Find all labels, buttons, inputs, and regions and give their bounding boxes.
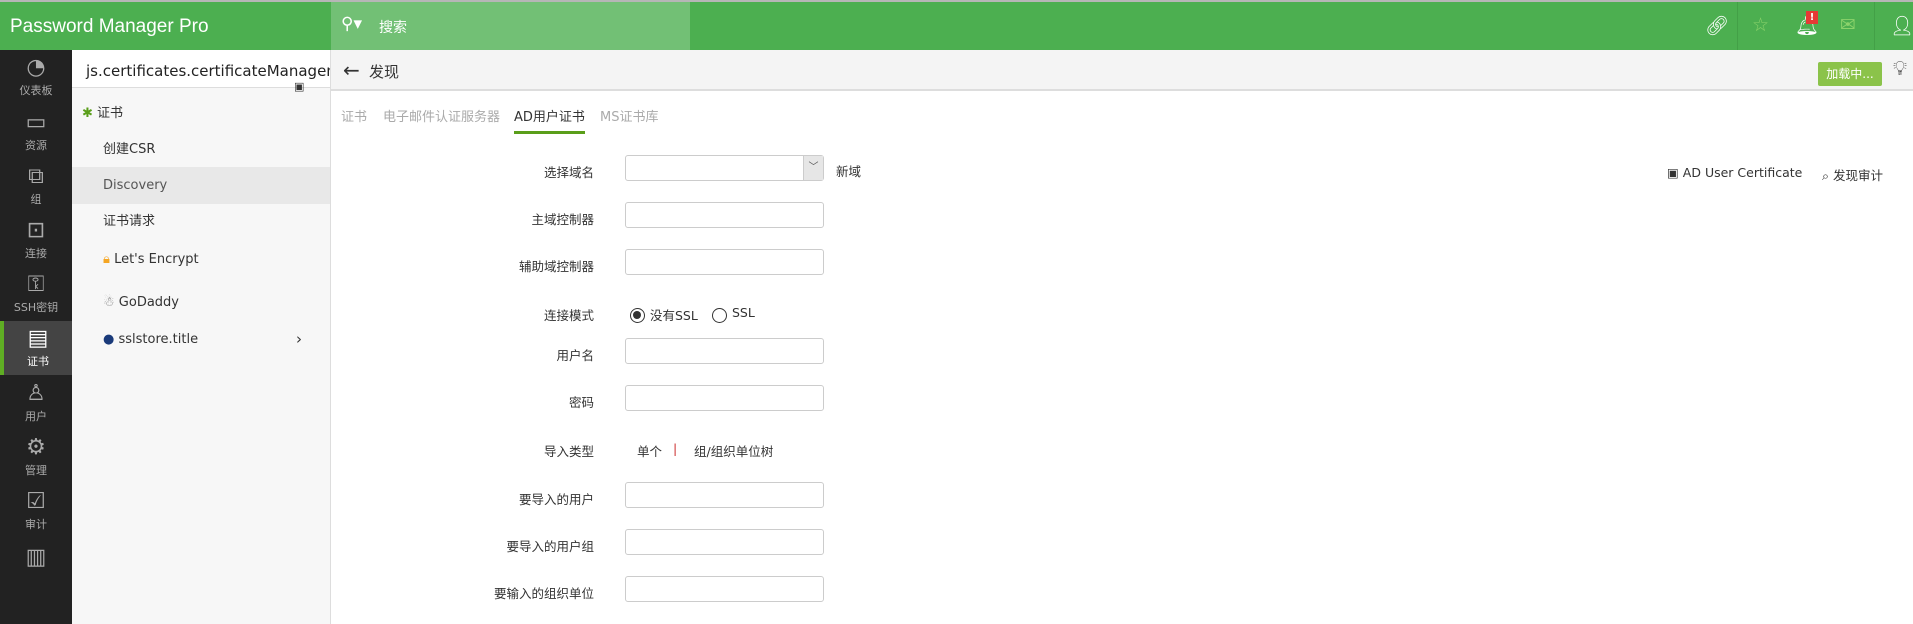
separator: | (673, 441, 678, 456)
audit-search-icon: ⌕ (1822, 168, 1830, 183)
monitor-icon: ▭ (25, 110, 47, 135)
domain-select[interactable]: ﹀ (625, 155, 824, 181)
panel-item-sslstore[interactable]: ● sslstore.title › (72, 321, 330, 358)
search-bar[interactable]: ⚲▾ 搜索 (331, 2, 690, 50)
import-single-link[interactable]: 单个 (637, 441, 662, 460)
ssh-key-icon: ⚿ (27, 272, 45, 297)
groups-input[interactable] (625, 529, 824, 555)
divider (1737, 2, 1738, 50)
discovery-audit-link[interactable]: ⌕ 发现审计 (1822, 165, 1883, 184)
certificate-icon: ▤ (27, 326, 49, 351)
username-label: 用户名 (556, 348, 594, 363)
nav-admin[interactable]: ⚙ 管理 (0, 430, 72, 484)
link-icon[interactable]: 🔗︎ (1705, 14, 1729, 37)
panel-item-godaddy[interactable]: ☃ GoDaddy (72, 284, 330, 321)
panel-item-create-csr[interactable]: 创建CSR (72, 131, 330, 168)
notification-badge: ! (1806, 11, 1818, 24)
nav-audit[interactable]: ☑ 审计 (0, 484, 72, 538)
connection-icon: ⊡ (26, 218, 46, 243)
secondary-dc-input[interactable] (625, 249, 824, 275)
group-icon: ⧉ (28, 164, 44, 189)
tab-certificates[interactable]: 证书 (341, 106, 367, 125)
search-input[interactable]: 搜索 (379, 17, 407, 37)
radio-ssl[interactable] (712, 308, 727, 323)
nav-dashboard[interactable]: ◔ 仪表板 (0, 50, 72, 104)
users-label: 要导入的用户 (518, 492, 594, 507)
panel-title: js.certificates.certificateManageme (72, 50, 330, 88)
mail-icon[interactable]: ✉ (1840, 14, 1856, 36)
users-input[interactable] (625, 482, 824, 508)
password-label: 密码 (568, 395, 594, 410)
tab-ad-user-certificates[interactable]: AD用户证书 (514, 106, 585, 134)
panel-item-certificates[interactable]: ✱ 证书 (72, 95, 330, 132)
groups-label: 要导入的用户组 (506, 539, 594, 554)
audit-icon: ☑ (26, 489, 46, 514)
left-nav: ◔ 仪表板 ▭ 资源 ⧉ 组 ⊡ 连接 ⚿ SSH密钥 ▤ 证书 ♙ 用户 ⚙ 管理 ☑ 审计 ▥ (0, 50, 72, 624)
user-star-icon[interactable]: ☆ (1752, 14, 1769, 36)
tab-ms-cert-store[interactable]: MS证书库 (600, 106, 658, 125)
nav-reports[interactable]: ▥ (0, 540, 72, 594)
chevron-right-icon: › (296, 330, 302, 348)
primary-dc-label: 主域控制器 (531, 212, 594, 227)
gear-icon: ⚙ (26, 435, 46, 460)
lightbulb-icon[interactable]: 💡︎ (1893, 56, 1907, 80)
loading-button[interactable]: 加载中... (1818, 62, 1882, 86)
password-input[interactable] (625, 385, 824, 411)
back-arrow-icon[interactable]: ← (343, 58, 360, 82)
secondary-dc-label: 辅助域控制器 (518, 259, 594, 274)
username-input[interactable] (625, 338, 824, 364)
radio-no-ssl[interactable] (630, 308, 645, 323)
top-bar: Password Manager Pro ⚲▾ 搜索 🔗︎ ☆ 🔔︎ ! ✉ 👤… (0, 0, 1913, 50)
chat-icon[interactable]: ▣ (294, 80, 304, 93)
nav-users[interactable]: ♙ 用户 (0, 376, 72, 430)
primary-dc-input[interactable] (625, 202, 824, 228)
app-logo[interactable]: Password Manager Pro (10, 16, 209, 38)
nav-connections[interactable]: ⊡ 连接 (0, 213, 72, 267)
chevron-down-icon[interactable]: ﹀ (803, 156, 823, 180)
pin-icon: ✱ (82, 106, 93, 121)
domain-label: 选择域名 (543, 165, 594, 180)
divider (1874, 2, 1875, 50)
nav-groups[interactable]: ⧉ 组 (0, 159, 72, 213)
ssl-label: SSL (732, 305, 755, 320)
no-ssl-label: 没有SSL (650, 308, 698, 323)
ad-user-certificate-link[interactable]: ▣ AD User Certificate (1667, 165, 1802, 180)
lets-encrypt-icon: 🔒︎ (103, 252, 110, 267)
new-domain-link[interactable]: 新域 (836, 161, 861, 180)
chart-icon: ▥ (25, 545, 47, 570)
nav-ssh-keys[interactable]: ⚿ SSH密钥 (0, 267, 72, 321)
page-title: 发现 (369, 63, 400, 81)
import-tree-link[interactable]: 组/组织单位树 (694, 441, 773, 460)
user-icon: ♙ (26, 381, 46, 406)
dashboard-icon: ◔ (26, 55, 46, 80)
panel-item-discovery[interactable]: Discovery (72, 167, 330, 204)
import-type-label: 导入类型 (543, 444, 594, 459)
tab-email-servers[interactable]: 电子邮件认证服务器 (383, 106, 500, 125)
certificate-icon: ▣ (1667, 165, 1679, 180)
connection-mode-label: 连接模式 (543, 308, 594, 323)
user-menu-icon[interactable]: 👤︎ (1890, 14, 1913, 37)
search-icon[interactable]: ⚲▾ (341, 14, 362, 34)
panel-item-lets-encrypt[interactable]: 🔒︎ Let's Encrypt (72, 241, 330, 278)
ou-input[interactable] (625, 576, 824, 602)
panel-item-cert-requests[interactable]: 证书请求 (72, 203, 330, 240)
page-header: ← 发现 加载中... 💡︎ (331, 50, 1913, 91)
godaddy-icon: ☃ (103, 295, 115, 310)
nav-certificates[interactable]: ▤ 证书 (0, 321, 72, 375)
certificates-panel: js.certificates.certificateManageme ▣ ✱ … (72, 50, 331, 624)
ou-label: 要输入的组织单位 (493, 586, 594, 601)
sslstore-icon: ● (103, 332, 115, 347)
nav-resources[interactable]: ▭ 资源 (0, 105, 72, 159)
